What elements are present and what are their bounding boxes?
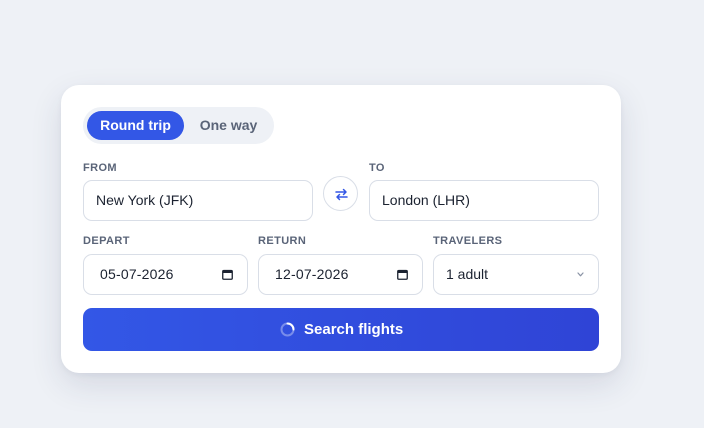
travelers-value: 1 adult	[446, 266, 489, 282]
one-way-option[interactable]: One way	[191, 111, 266, 140]
swap-arrows-icon	[335, 188, 348, 201]
from-input[interactable]: New York (JFK)	[83, 180, 313, 221]
swap-locations-button[interactable]	[323, 176, 358, 211]
flight-search-card: Round trip One way FROM New York (JFK) T…	[61, 85, 621, 373]
calendar-icon[interactable]	[397, 269, 408, 280]
round-trip-option[interactable]: Round trip	[87, 111, 184, 140]
calendar-icon[interactable]	[222, 269, 233, 280]
loading-spinner-icon	[280, 322, 295, 337]
depart-label: DEPART	[83, 235, 130, 247]
chevron-down-icon	[577, 272, 584, 277]
return-label: RETURN	[258, 235, 307, 247]
depart-date-input[interactable]: 05-07-2026	[83, 254, 248, 295]
return-date-input[interactable]: 12-07-2026	[258, 254, 423, 295]
to-input[interactable]: London (LHR)	[369, 180, 599, 221]
search-button-label: Search flights	[304, 321, 404, 338]
travelers-label: TRAVELERS	[433, 235, 503, 247]
depart-value: 05-07-2026	[100, 266, 174, 282]
search-flights-button[interactable]: Search flights	[83, 308, 599, 351]
from-value: New York (JFK)	[96, 192, 194, 208]
from-label: FROM	[83, 162, 117, 174]
to-label: TO	[369, 162, 385, 174]
to-value: London (LHR)	[382, 192, 470, 208]
trip-type-toggle: Round trip One way	[83, 107, 274, 144]
travelers-select[interactable]: 1 adult	[433, 254, 599, 295]
return-value: 12-07-2026	[275, 266, 349, 282]
